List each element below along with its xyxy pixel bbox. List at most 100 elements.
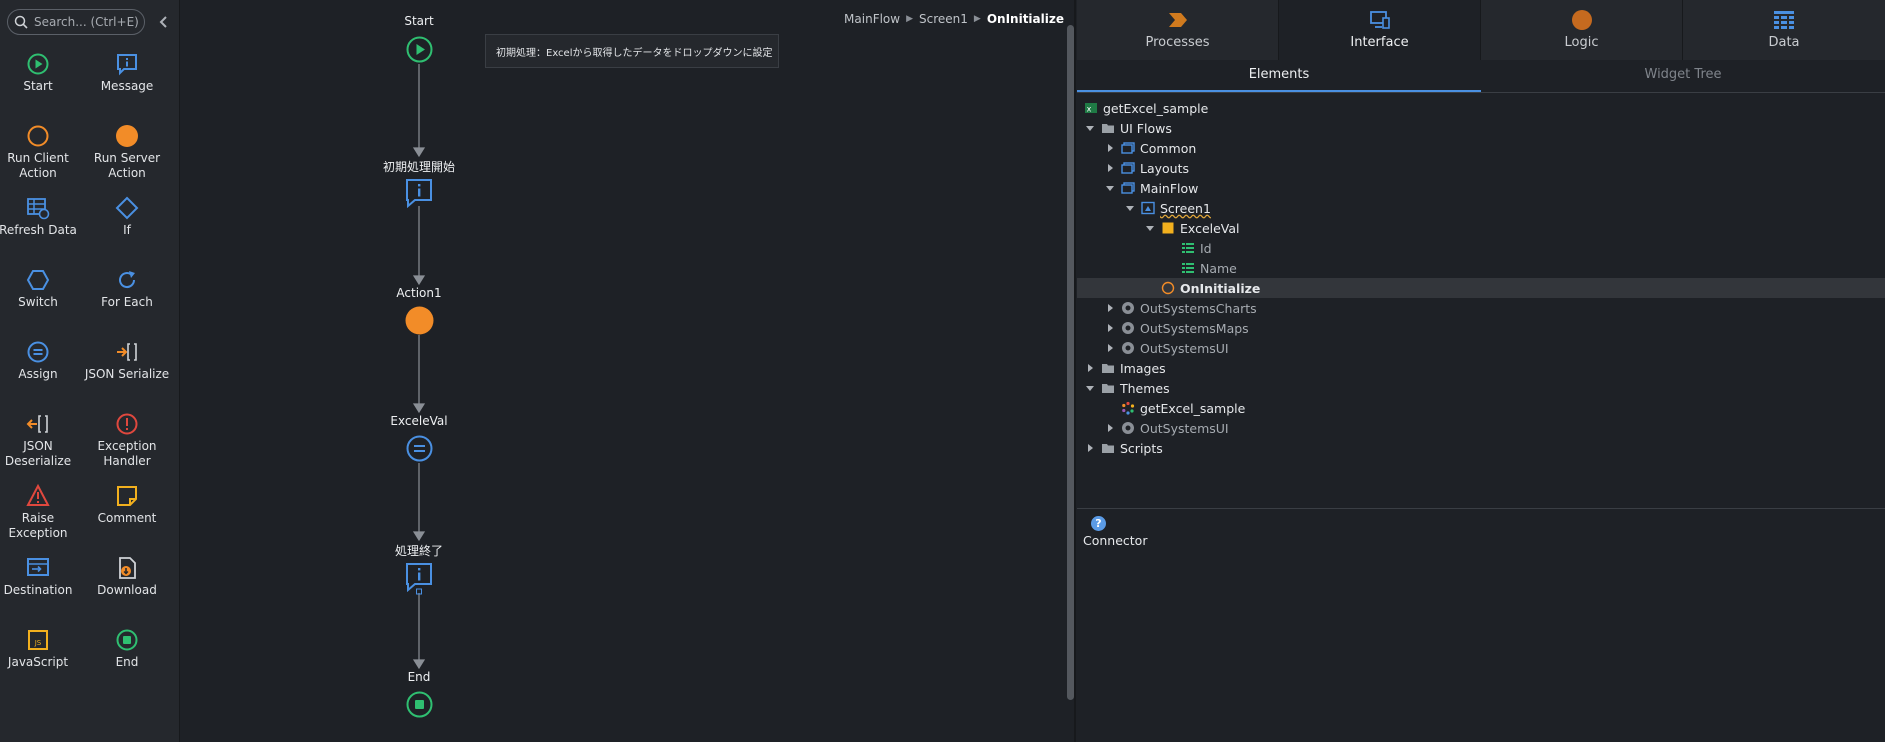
tab-logic[interactable]: Logic bbox=[1481, 0, 1683, 60]
tab-interface[interactable]: Interface bbox=[1279, 0, 1481, 60]
tree-item-common[interactable]: Common bbox=[1077, 138, 1885, 158]
canvas-scrollbar[interactable] bbox=[1067, 25, 1074, 700]
caret-right-icon[interactable] bbox=[1085, 443, 1095, 453]
collapse-toolbox-button[interactable] bbox=[156, 13, 170, 31]
folder-icon bbox=[1102, 444, 1114, 453]
tree-item-screen1[interactable]: Screen1 bbox=[1077, 198, 1885, 218]
tree-item-ui-flows[interactable]: UI Flows bbox=[1077, 118, 1885, 138]
caret-right-icon[interactable] bbox=[1105, 303, 1115, 313]
tool-end[interactable]: End bbox=[84, 628, 170, 670]
tree-item-label: OutSystemsCharts bbox=[1140, 300, 1257, 316]
tree-item-outsystemsui[interactable]: OutSystemsUI bbox=[1077, 338, 1885, 358]
flow-canvas[interactable]: MainFlow ▶ Screen1 ▶ OnInitialize 初期処理：E… bbox=[180, 0, 1076, 742]
attribute-icon bbox=[1182, 263, 1194, 273]
tool-destination[interactable]: Destination bbox=[0, 556, 81, 598]
tool-if[interactable]: If bbox=[84, 196, 170, 238]
tree-item-label: OutSystemsMaps bbox=[1140, 320, 1249, 336]
caret-down-icon[interactable] bbox=[1105, 183, 1115, 193]
attribute-icon bbox=[1182, 243, 1194, 253]
reference-icon bbox=[1122, 342, 1134, 354]
tree-item-label: Layouts bbox=[1140, 160, 1190, 176]
tree-item-id[interactable]: Id bbox=[1077, 238, 1885, 258]
caret-right-icon[interactable] bbox=[1105, 323, 1115, 333]
tree-item-images[interactable]: Images bbox=[1077, 358, 1885, 378]
caret-down-icon[interactable] bbox=[1125, 203, 1135, 213]
svg-text:JS: JS bbox=[34, 639, 42, 647]
tool-assign[interactable]: Assign bbox=[0, 340, 81, 382]
caret-right-icon[interactable] bbox=[1105, 163, 1115, 173]
caret-right-icon[interactable] bbox=[1105, 143, 1115, 153]
connector-arrow bbox=[412, 531, 426, 542]
tab-label: Logic bbox=[1564, 35, 1599, 50]
node-start[interactable] bbox=[406, 36, 433, 63]
tree-item-excelval[interactable]: ExceleVal bbox=[1077, 218, 1885, 238]
tree-item-mainflow[interactable]: MainFlow bbox=[1077, 178, 1885, 198]
panel-divider[interactable] bbox=[1074, 0, 1076, 742]
tree-item-module[interactable]: x getExcel_sample bbox=[1077, 98, 1885, 118]
exception-handler-icon bbox=[116, 413, 138, 435]
theme-icon bbox=[1122, 401, 1135, 415]
tree-item-label: UI Flows bbox=[1120, 120, 1172, 136]
tab-processes[interactable]: Processes bbox=[1077, 0, 1279, 60]
tree-item-theme-getexcel[interactable]: getExcel_sample bbox=[1077, 398, 1885, 418]
help-icon[interactable]: ? bbox=[1091, 516, 1106, 531]
node-end[interactable] bbox=[406, 691, 433, 718]
tree-item-theme-outsystemsui[interactable]: OutSystemsUI bbox=[1077, 418, 1885, 438]
properties-divider[interactable] bbox=[1077, 508, 1885, 509]
caret-right-icon[interactable] bbox=[1085, 363, 1095, 373]
message-icon bbox=[117, 54, 137, 76]
destination-icon bbox=[27, 558, 49, 576]
caret-right-icon[interactable] bbox=[1105, 423, 1115, 433]
tool-label: JSON Deserialize bbox=[4, 439, 72, 468]
tool-for-each[interactable]: For Each bbox=[84, 268, 170, 310]
subtab-elements[interactable]: Elements bbox=[1077, 60, 1481, 92]
toolbox-search[interactable] bbox=[7, 9, 145, 35]
tool-json-deserialize[interactable]: JSON Deserialize bbox=[0, 412, 81, 469]
tree-item-outsystemsmaps[interactable]: OutSystemsMaps bbox=[1077, 318, 1885, 338]
tree-item-scripts[interactable]: Scripts bbox=[1077, 438, 1885, 458]
tool-download[interactable]: Download bbox=[84, 556, 170, 598]
caret-right-icon[interactable] bbox=[1105, 343, 1115, 353]
tool-message[interactable]: Message bbox=[84, 52, 170, 94]
tree-item-label: Images bbox=[1120, 360, 1166, 376]
tab-label: Interface bbox=[1350, 35, 1409, 50]
diamond-icon bbox=[115, 196, 139, 220]
tool-exception-handler[interactable]: Exception Handler bbox=[84, 412, 170, 469]
tree-item-name[interactable]: Name bbox=[1077, 258, 1885, 278]
caret-down-icon[interactable] bbox=[1085, 383, 1095, 393]
tree-item-label: Scripts bbox=[1120, 440, 1163, 456]
tree-item-label: Common bbox=[1140, 140, 1197, 156]
tool-switch[interactable]: Switch bbox=[0, 268, 81, 310]
tree-item-label: OutSystemsUI bbox=[1140, 340, 1229, 356]
tree-item-outsystemscharts[interactable]: OutSystemsCharts bbox=[1077, 298, 1885, 318]
tree-item-layouts[interactable]: Layouts bbox=[1077, 158, 1885, 178]
caret-down-icon[interactable] bbox=[1145, 223, 1155, 233]
tool-run-server-action[interactable]: Run Server Action bbox=[84, 124, 170, 181]
tree-item-label: Themes bbox=[1120, 380, 1170, 396]
node-message-end[interactable] bbox=[405, 562, 433, 592]
tool-comment[interactable]: Comment bbox=[84, 484, 170, 526]
subtab-widget-tree[interactable]: Widget Tree bbox=[1481, 60, 1885, 92]
tool-run-client-action[interactable]: Run Client Action bbox=[0, 124, 81, 181]
tool-json-serialize[interactable]: JSON Serialize bbox=[84, 340, 170, 382]
tool-refresh-data[interactable]: Refresh Data bbox=[0, 196, 81, 238]
tree-item-themes[interactable]: Themes bbox=[1077, 378, 1885, 398]
node-action1[interactable] bbox=[405, 306, 434, 335]
tool-label: For Each bbox=[101, 295, 153, 309]
tool-start[interactable]: Start bbox=[0, 52, 81, 94]
node-message-start[interactable] bbox=[405, 178, 433, 208]
tool-label: JSON Serialize bbox=[84, 367, 170, 381]
tab-data[interactable]: Data bbox=[1683, 0, 1885, 60]
caret-down-icon[interactable] bbox=[1085, 123, 1095, 133]
search-input[interactable] bbox=[32, 14, 144, 30]
tool-raise-exception[interactable]: Raise Exception bbox=[0, 484, 81, 541]
reference-icon bbox=[1122, 302, 1134, 314]
tree-item-label: ExceleVal bbox=[1180, 220, 1240, 236]
connector-arrow bbox=[412, 403, 426, 414]
folder-open-icon bbox=[1102, 384, 1114, 393]
node-assign-excelval[interactable] bbox=[406, 435, 433, 462]
panel-tabs: Processes Interface Logic Data bbox=[1077, 0, 1885, 60]
tool-javascript[interactable]: JS JavaScript bbox=[0, 628, 81, 670]
tree-item-oninitialize[interactable]: OnInitialize bbox=[1077, 278, 1885, 298]
tool-label: Assign bbox=[18, 367, 58, 381]
